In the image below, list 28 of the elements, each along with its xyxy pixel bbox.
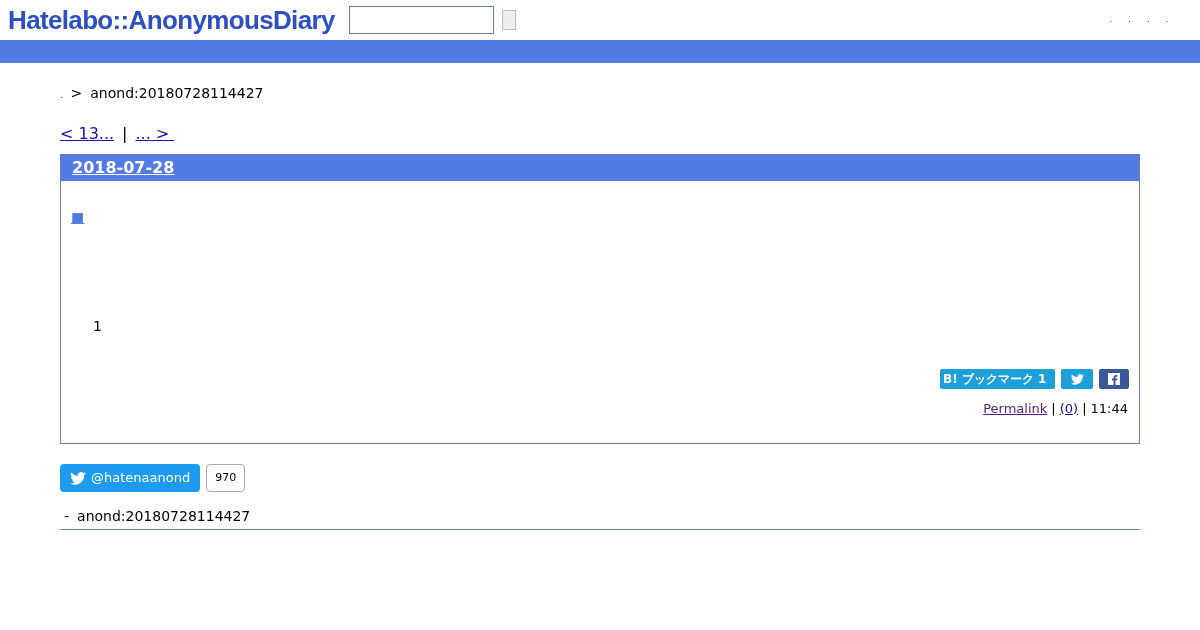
site-logo[interactable]: Hatelabo::AnonymousDiary [8,0,335,40]
related-title: anond:20180728114427 [77,507,251,526]
entry-body: 1 [93,317,103,336]
bird-icon [70,471,86,485]
entry-time: 11:44 [1090,400,1128,418]
header-link[interactable]: . [1165,14,1168,26]
date-link[interactable]: 2018-07-28 [72,156,175,180]
bird-icon [1070,373,1084,385]
footer-separator: | [1082,400,1087,418]
permalink-link[interactable]: Permalink [983,399,1048,419]
breadcrumb-separator: > [70,84,83,103]
home-link[interactable]: . [60,90,63,102]
footer-separator: | [1051,400,1056,418]
follower-count: 970 [206,464,246,492]
pager-separator: | [122,123,128,145]
tweet-button[interactable] [1061,369,1093,389]
list-dash: - [64,507,70,526]
comments-link[interactable]: (0) [1059,399,1079,419]
header-link[interactable]: . [1146,14,1150,26]
header-link[interactable]: . [1109,14,1113,26]
facebook-button[interactable] [1099,369,1129,389]
entry-title-link[interactable]: ■ [71,207,85,228]
facebook-icon [1108,373,1120,385]
breadcrumb-title: anond:20180728114427 [90,84,264,103]
prev-link[interactable]: < 13... [60,122,115,146]
search-field[interactable] [348,6,494,34]
header-link[interactable]: . [1128,14,1131,26]
next-link[interactable]: ... > [135,122,175,146]
